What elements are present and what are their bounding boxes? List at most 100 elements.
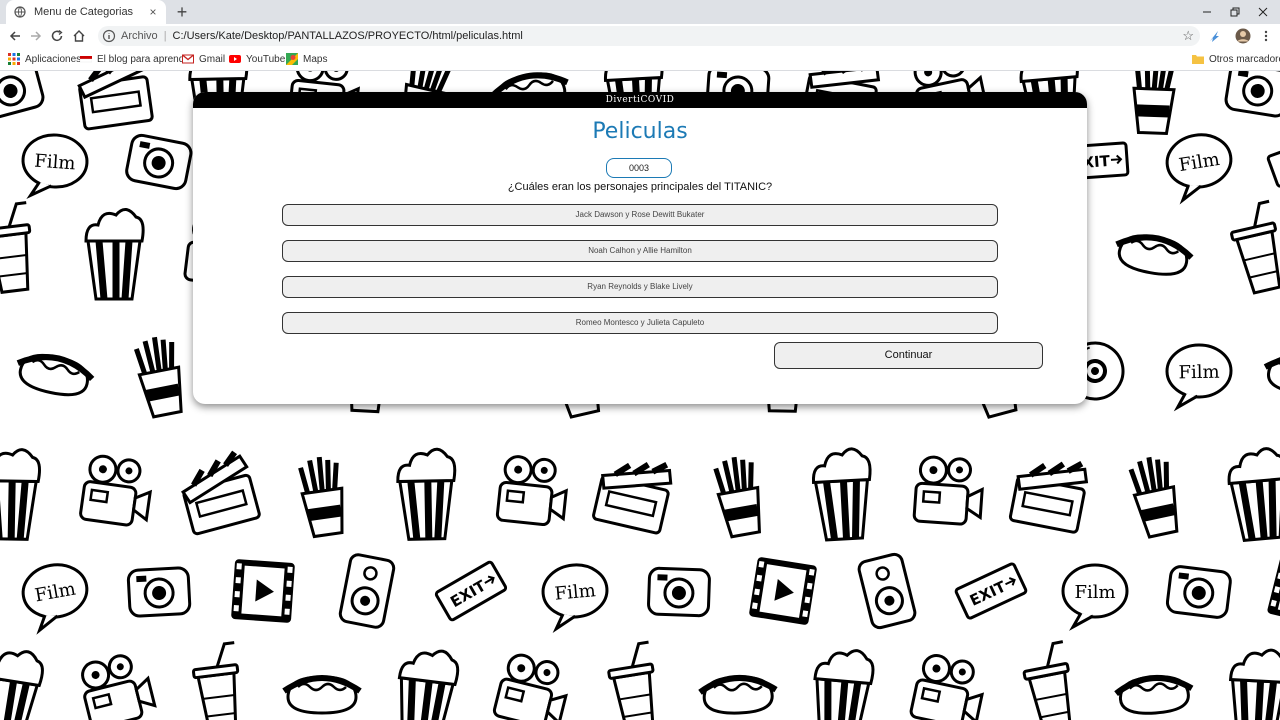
card-header: DivertiCOVID — [193, 92, 1087, 108]
film-icon — [1161, 128, 1238, 204]
fries-icon — [1127, 454, 1182, 539]
play-icon — [230, 558, 296, 624]
soda-icon — [603, 640, 664, 720]
soda-icon — [0, 201, 39, 295]
folder-icon — [1192, 55, 1204, 64]
popcorn-icon — [812, 448, 874, 540]
answer-option-1[interactable]: Jack Dawson y Rose Dewitt Bukater — [282, 204, 998, 226]
close-window-icon[interactable] — [1246, 0, 1280, 24]
clap-icon — [177, 450, 261, 534]
bookmark-star-icon[interactable]: ☆ — [1182, 28, 1194, 44]
site-security-label: Archivo — [121, 30, 158, 42]
bookmark-gmail[interactable]: Gmail — [182, 48, 225, 70]
other-bookmarks[interactable]: Otros marcadores — [1192, 48, 1280, 70]
projector-icon — [78, 452, 156, 530]
popcorn-icon — [86, 209, 143, 299]
clap-icon — [593, 451, 675, 534]
other-bookmarks-label: Otros marcadores — [1209, 53, 1280, 65]
reload-icon[interactable] — [48, 27, 66, 45]
bookmark-label: Aplicaciones — [25, 53, 82, 65]
address-separator: | — [163, 30, 167, 42]
bookmark-label: Gmail — [199, 53, 226, 65]
popcorn-icon — [0, 646, 45, 720]
question-code: 0003 — [606, 158, 672, 178]
popcorn-icon — [392, 646, 460, 720]
browser-tab[interactable]: Menu de Categorias × — [6, 0, 166, 24]
back-icon[interactable] — [6, 27, 24, 45]
forward-icon[interactable] — [27, 27, 45, 45]
answer-option-4[interactable]: Romeo Montesco y Julieta Capuleto — [282, 312, 998, 334]
hotdog-icon — [284, 677, 360, 713]
menu-kebab-icon[interactable] — [1257, 27, 1275, 45]
speaker-icon — [855, 551, 919, 631]
popcorn-icon — [1226, 447, 1280, 541]
film-icon — [1165, 342, 1234, 410]
camera-icon — [123, 132, 195, 192]
clap-icon — [1010, 452, 1090, 533]
soda-icon — [1018, 640, 1081, 720]
fries-icon — [1132, 71, 1175, 134]
quiz-card: DivertiCOVID Peliculas 0003 ¿Cuáles eran… — [193, 92, 1087, 404]
tab-close-icon[interactable]: × — [146, 5, 160, 19]
popcorn-icon — [810, 647, 875, 720]
extension-icon[interactable] — [1205, 27, 1223, 45]
projector-icon — [75, 648, 159, 720]
gmail-icon — [182, 54, 194, 64]
browser-toolbar: Archivo | C:/Users/Kate/Desktop/PANTALLA… — [0, 24, 1280, 48]
projector-icon — [491, 650, 575, 720]
camera-icon — [0, 71, 47, 122]
bookmark-blog[interactable]: El blog para aprend... — [80, 48, 193, 70]
hotdog-icon — [700, 676, 777, 715]
question-text: ¿Cuáles eran los personajes principales … — [507, 181, 773, 193]
answer-option-3[interactable]: Ryan Reynolds y Blake Lively — [282, 276, 998, 298]
play-icon — [748, 556, 818, 626]
camera-icon — [1223, 71, 1280, 119]
popcorn-icon — [0, 449, 40, 540]
bookmark-apps[interactable]: Aplicaciones — [8, 48, 81, 70]
soda-icon — [1224, 199, 1280, 297]
tab-title: Menu de Categorias — [34, 6, 134, 18]
bookmark-youtube[interactable]: YouTube — [229, 48, 285, 70]
fries-icon — [712, 454, 765, 538]
bookmark-maps[interactable]: Maps — [286, 48, 327, 70]
exit-icon — [1265, 133, 1280, 189]
camera-icon — [126, 565, 192, 619]
continue-button[interactable]: Continuar — [774, 342, 1043, 369]
category-title: Peliculas — [592, 119, 688, 144]
exit-icon — [951, 560, 1031, 622]
new-tab-button[interactable]: + — [172, 2, 192, 22]
address-bar[interactable]: Archivo | C:/Users/Kate/Desktop/PANTALLA… — [98, 26, 1200, 46]
camera-icon — [1164, 564, 1233, 620]
answer-option-2[interactable]: Noah Calhon y Allie Hamilton — [282, 240, 998, 262]
clap-icon — [76, 71, 153, 129]
bookmark-label: El blog para aprend... — [97, 53, 193, 65]
popcorn-icon — [397, 449, 456, 540]
hotdog-icon — [1115, 674, 1193, 715]
exit-icon — [429, 557, 513, 625]
bookmark-label: Maps — [303, 53, 328, 65]
soda-icon — [189, 641, 247, 720]
camera-icon — [646, 566, 712, 618]
home-icon[interactable] — [70, 27, 88, 45]
hotdog-icon — [1113, 231, 1194, 280]
info-icon[interactable] — [102, 29, 116, 43]
address-url[interactable]: C:/Users/Kate/Desktop/PANTALLAZOS/PROYEC… — [173, 30, 523, 42]
bookmarks-bar: Aplicaciones El blog para aprend... Gmai… — [0, 48, 1280, 71]
globe-icon — [14, 6, 26, 18]
film-icon — [17, 558, 95, 634]
film-icon — [19, 131, 91, 201]
flag-icon — [80, 56, 92, 63]
popcorn-icon — [1228, 648, 1280, 720]
hotdog-icon — [1263, 353, 1280, 397]
maps-icon — [286, 53, 298, 65]
speaker-icon — [337, 551, 397, 631]
projector-icon — [912, 454, 986, 527]
projector-icon — [908, 650, 990, 720]
tab-strip: Menu de Categorias × + — [0, 0, 1280, 24]
film-icon — [539, 560, 612, 632]
fries-icon — [133, 334, 187, 418]
profile-avatar[interactable] — [1234, 27, 1252, 45]
hotdog-icon — [13, 349, 95, 400]
film-icon — [1061, 563, 1129, 629]
play-icon — [1266, 554, 1280, 628]
